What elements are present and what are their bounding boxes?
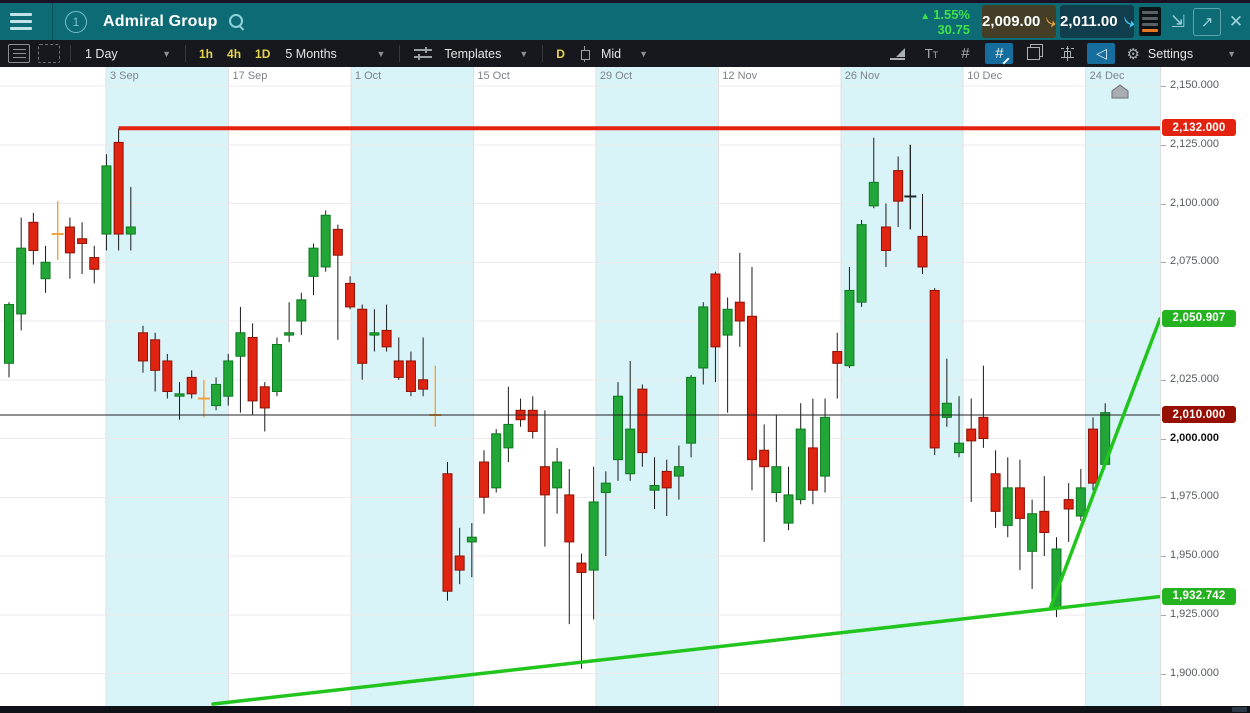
current-price-tag: 2,010.000 — [1162, 406, 1236, 423]
interval-1d-button[interactable]: 1D — [248, 47, 277, 61]
buy-price: 2,011.00 — [1060, 13, 1118, 30]
change-indicator: ▲ 1.55% 30.75 — [890, 3, 980, 40]
sell-price: 2,009.00 — [982, 13, 1041, 30]
draw-icon: # — [995, 45, 1004, 62]
sell-price-button[interactable]: 2,009.00 — [982, 5, 1056, 38]
chevron-down-icon: ▼ — [519, 48, 529, 59]
y-axis-label: 1,975.000 — [1170, 490, 1219, 503]
expand-icon[interactable]: ⇲ — [1165, 9, 1191, 35]
pointer-tool-button[interactable]: ◁ — [1087, 43, 1116, 64]
settings-dropdown[interactable]: Settings ▼ — [1144, 47, 1250, 61]
y-axis: 2,150.000 2,125.000 2,100.000 2,075.000 2,02… — [1160, 67, 1250, 706]
y-axis-label: 1,950.000 — [1170, 549, 1219, 561]
change-value: 30.75 — [937, 21, 970, 37]
chart-toolbar: 1 Day ▼ 1h 4h 1D 5 Months ▼ Templates ▼ … — [0, 40, 1250, 67]
trendline-tool-button[interactable] — [883, 43, 911, 64]
grid-layout-icon[interactable] — [38, 44, 60, 63]
trendline-icon — [889, 47, 905, 60]
interval-1h-button[interactable]: 1h — [192, 47, 220, 61]
price-ladder-button[interactable] — [1139, 7, 1161, 36]
candle-period-button[interactable]: D — [549, 47, 572, 61]
layers-button[interactable] — [1019, 43, 1047, 64]
price-type-value: Mid — [600, 46, 622, 61]
templates-dropdown[interactable]: Templates ▼ — [406, 46, 536, 61]
draw-tool-button[interactable]: # — [985, 43, 1014, 65]
y-axis-label: 2,125.000 — [1170, 137, 1219, 150]
instrument-title: Admiral Group — [103, 12, 218, 30]
candle-measure-button[interactable] — [1053, 43, 1081, 64]
popout-icon[interactable]: ↗ — [1193, 7, 1221, 36]
resistance-line-price-tag: 2,132.000 — [1162, 119, 1236, 137]
chevron-down-icon: ▼ — [376, 48, 386, 59]
support-trendline-level-tag: 1,932.742 — [1162, 587, 1236, 605]
buy-price-button[interactable]: 2,011.00 — [1060, 5, 1134, 38]
sell-arrow-down-icon — [1046, 16, 1056, 27]
change-up-icon: ▲ — [920, 10, 931, 22]
templates-label: Templates — [444, 46, 502, 61]
chevron-down-icon: ▼ — [1227, 48, 1236, 59]
close-icon[interactable]: ✕ — [1223, 9, 1249, 35]
x-axis-label: 12 Nov — [722, 70, 758, 82]
x-axis-label: 15 Oct — [477, 70, 510, 82]
x-axis-label: 10 Dec — [967, 70, 1003, 82]
chevron-down-icon: ▼ — [162, 48, 171, 59]
y-axis-label: 2,000.000 — [1170, 431, 1219, 444]
sliders-icon — [414, 46, 433, 61]
chevron-down-icon: ▼ — [639, 48, 649, 59]
x-axis-label: 26 Nov — [844, 70, 880, 82]
x-axis-label: 29 Oct — [599, 70, 633, 82]
period-dropdown[interactable]: 1 Day ▼ — [77, 47, 179, 61]
y-axis-label: 1,900.000 — [1170, 666, 1219, 679]
pointer-icon: ◁ — [1096, 45, 1107, 61]
range-dropdown-value: 5 Months — [285, 46, 337, 61]
x-axis-label: 24 Dec — [1089, 70, 1125, 82]
period-dropdown-value: 1 Day — [85, 46, 118, 61]
candle-measure-icon — [1060, 46, 1074, 61]
y-axis-label: 2,100.000 — [1170, 196, 1219, 209]
change-percent: 1.55% — [933, 6, 970, 22]
x-axis-label: 1 Oct — [354, 70, 382, 82]
y-axis-label: 2,150.000 — [1170, 79, 1219, 91]
buy-arrow-up-icon — [1124, 15, 1134, 28]
settings-label: Settings — [1147, 46, 1194, 61]
search-icon[interactable] — [228, 13, 246, 31]
gear-icon: ⚙ — [1126, 45, 1140, 63]
grid-toggle-button[interactable]: # — [951, 43, 979, 64]
candlestick-icon — [580, 45, 590, 62]
layers-icon — [1026, 47, 1040, 60]
instrument-header: 1 Admiral Group ▲ 1.55% 30.75 2,009.00 2,… — [0, 3, 1250, 40]
y-axis-label: 2,025.000 — [1170, 372, 1219, 385]
y-axis-label: 2,075.000 — [1170, 255, 1219, 268]
price-type-dropdown[interactable]: Mid ▼ — [572, 45, 656, 62]
order-ticket-icon[interactable] — [8, 44, 30, 63]
text-tool-button[interactable]: TT — [917, 43, 945, 64]
interval-4h-button[interactable]: 4h — [220, 47, 248, 61]
rising-trendline-target-tag: 2,050.907 — [1162, 309, 1236, 327]
price-chart[interactable] — [0, 67, 1160, 706]
range-dropdown[interactable]: 5 Months ▼ — [277, 47, 393, 61]
horizontal-scrollbar[interactable] — [0, 706, 1250, 713]
chart-region: 3 Sep 17 Sep 1 Oct 15 Oct 29 Oct 12 Nov 26 Nov… — [0, 67, 1250, 706]
x-axis-label: 17 Sep — [232, 70, 268, 82]
scrollbar-thumb[interactable] — [1232, 707, 1247, 712]
text-icon: TT — [924, 46, 939, 61]
instrument-info-icon[interactable]: 1 — [65, 10, 87, 33]
trading-platform-window: 1 Admiral Group ▲ 1.55% 30.75 2,009.00 2,… — [0, 0, 1250, 713]
y-axis-label: 1,925.000 — [1170, 607, 1219, 620]
x-axis-label: 3 Sep — [110, 70, 139, 82]
menu-button[interactable] — [0, 3, 53, 40]
grid-icon: # — [961, 45, 970, 62]
